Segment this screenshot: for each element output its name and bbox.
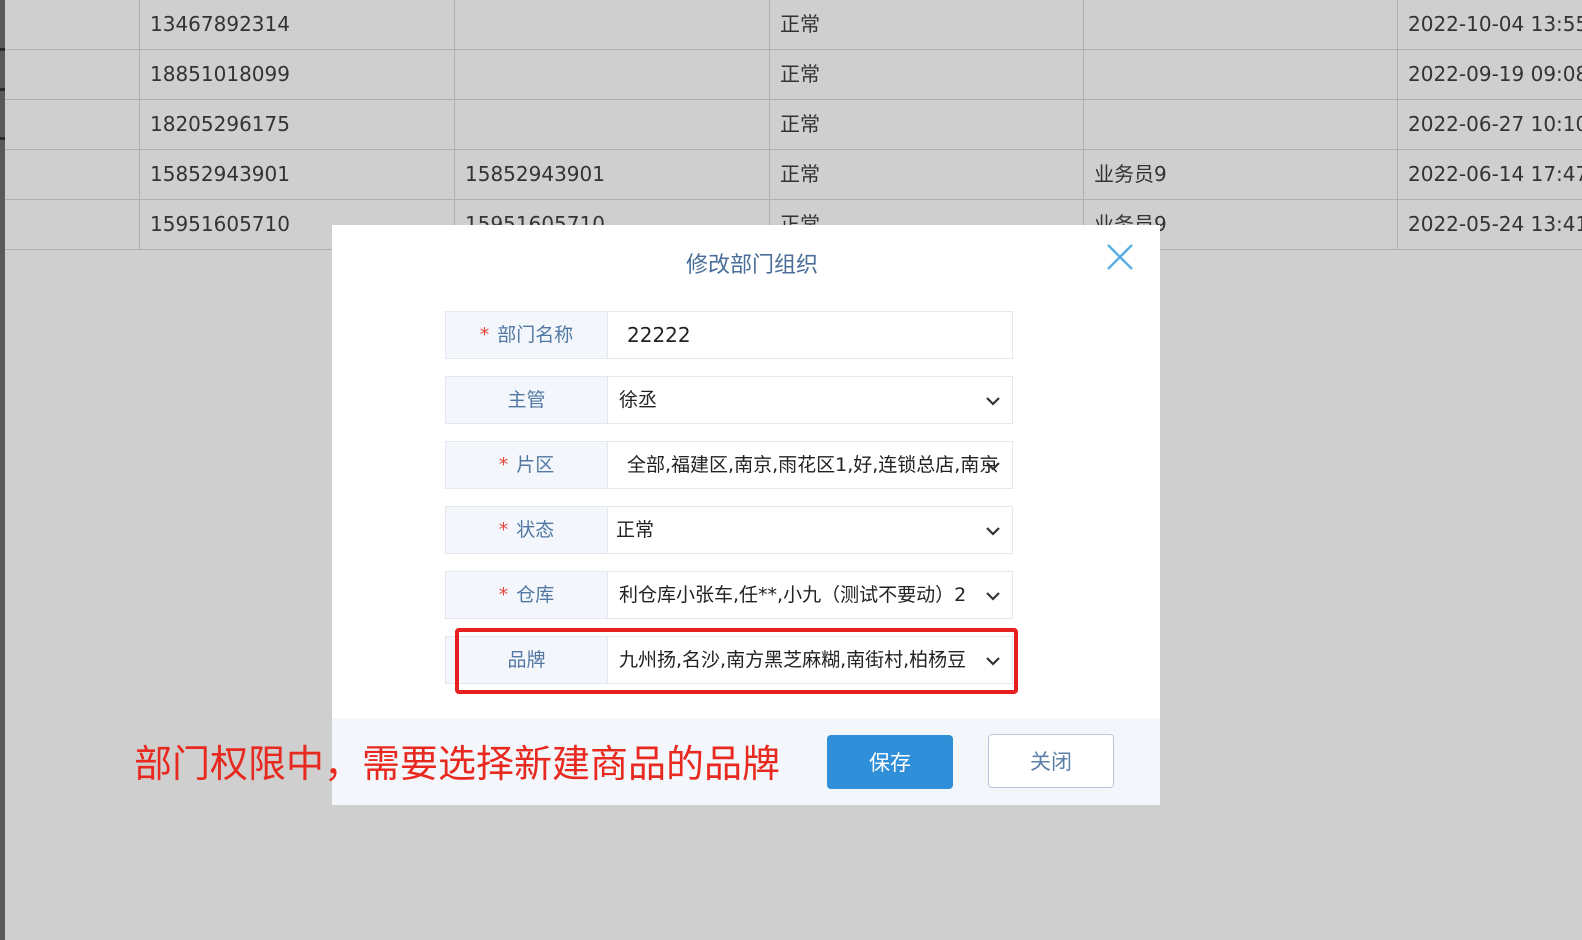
- table-cell: [5, 0, 139, 49]
- label-text: 主管: [507, 389, 546, 411]
- dept-name-input[interactable]: [609, 312, 1012, 358]
- table-cell-phone: 13467892314: [139, 0, 454, 49]
- district-select[interactable]: 全部,福建区,南京,雨花区1,好,连锁总店,南京: [609, 442, 1012, 488]
- form-row-warehouse: * 仓库 利仓库小张车,任**,小九（测试不要动）2: [445, 571, 1013, 619]
- form-row-dept-name: * 部门名称: [445, 311, 1013, 359]
- table-cell-time: 2022-09-19 09:08: [1397, 50, 1582, 99]
- table-cell-phone: 15852943901: [139, 150, 454, 199]
- select-value: 利仓库小张车,任**,小九（测试不要动）2: [619, 584, 967, 606]
- required-mark: *: [498, 584, 509, 606]
- close-icon[interactable]: [1102, 239, 1138, 275]
- label-text: 仓库: [516, 584, 555, 606]
- table-cell-phone: 18205296175: [139, 100, 454, 149]
- table-cell-status: 正常: [769, 100, 1083, 149]
- table-cell: [5, 200, 139, 249]
- dialog-title: 修改部门组织: [685, 253, 818, 278]
- chevron-down-icon: [986, 527, 1000, 536]
- table-cell-alt-phone: [454, 0, 769, 49]
- table-cell-alt-phone: [454, 50, 769, 99]
- form-row-manager: 主管 徐丞: [445, 376, 1013, 424]
- required-mark: *: [479, 324, 490, 346]
- district-label: * 片区: [446, 442, 608, 488]
- table-cell-salesman: [1083, 100, 1397, 149]
- chevron-down-icon: [986, 397, 1000, 406]
- close-button[interactable]: 关闭: [988, 734, 1114, 788]
- label-text: 片区: [516, 454, 555, 476]
- table-cell-salesman: 业务员9: [1083, 150, 1397, 199]
- brand-highlight-box: [455, 628, 1018, 694]
- table-cell-salesman: [1083, 0, 1397, 49]
- table-cell-time: 2022-06-27 10:10: [1397, 100, 1582, 149]
- table-cell-status: 正常: [769, 0, 1083, 49]
- table-row[interactable]: 15852943901 15852943901 正常 业务员9 2022-06-…: [5, 150, 1582, 200]
- table-cell-phone: 18851018099: [139, 50, 454, 99]
- warehouse-select[interactable]: 利仓库小张车,任**,小九（测试不要动）2: [609, 572, 1012, 618]
- table-cell-alt-phone: [454, 100, 769, 149]
- dept-name-label: * 部门名称: [446, 312, 608, 358]
- form-row-district: * 片区 全部,福建区,南京,雨花区1,好,连锁总店,南京: [445, 441, 1013, 489]
- required-mark: *: [498, 454, 509, 476]
- warehouse-label: * 仓库: [446, 572, 608, 618]
- table-cell: [5, 150, 139, 199]
- table-cell-salesman: [1083, 50, 1397, 99]
- table-row[interactable]: 18851018099 正常 2022-09-19 09:08: [5, 50, 1582, 100]
- table-cell: [5, 50, 139, 99]
- table-cell-time: 2022-10-04 13:55: [1397, 0, 1582, 49]
- label-text: 部门名称: [497, 324, 574, 346]
- required-mark: *: [498, 519, 509, 541]
- edit-department-dialog: 修改部门组织 * 部门名称 主管 徐丞 * 片区 全部,福建区,南京,雨花区1,好,…: [332, 225, 1160, 805]
- annotation-text: 部门权限中，需要选择新建商品的品牌: [134, 742, 781, 786]
- select-value: 全部,福建区,南京,雨花区1,好,连锁总店,南京: [627, 454, 999, 476]
- data-table: 13467892314 正常 2022-10-04 13:55 18851018…: [5, 0, 1582, 250]
- table-cell-alt-phone: 15852943901: [454, 150, 769, 199]
- status-label: * 状态: [446, 507, 608, 553]
- manager-label: 主管: [446, 377, 608, 423]
- label-text: 状态: [516, 519, 555, 541]
- table-row[interactable]: 18205296175 正常 2022-06-27 10:10: [5, 100, 1582, 150]
- table-row[interactable]: 13467892314 正常 2022-10-04 13:55: [5, 0, 1582, 50]
- save-button[interactable]: 保存: [827, 735, 953, 789]
- table-cell: [5, 100, 139, 149]
- chevron-down-icon: [986, 592, 1000, 601]
- chevron-down-icon: [986, 462, 1000, 471]
- table-cell-time: 2022-06-14 17:47: [1397, 150, 1582, 199]
- form-row-status: * 状态 正常: [445, 506, 1013, 554]
- manager-select[interactable]: 徐丞: [609, 377, 1012, 423]
- select-value: 徐丞: [619, 389, 658, 411]
- table-cell-time: 2022-05-24 13:41: [1397, 200, 1582, 249]
- table-cell-status: 正常: [769, 50, 1083, 99]
- select-value: 正常: [616, 519, 655, 541]
- table-cell-status: 正常: [769, 150, 1083, 199]
- status-select[interactable]: 正常: [609, 507, 1012, 553]
